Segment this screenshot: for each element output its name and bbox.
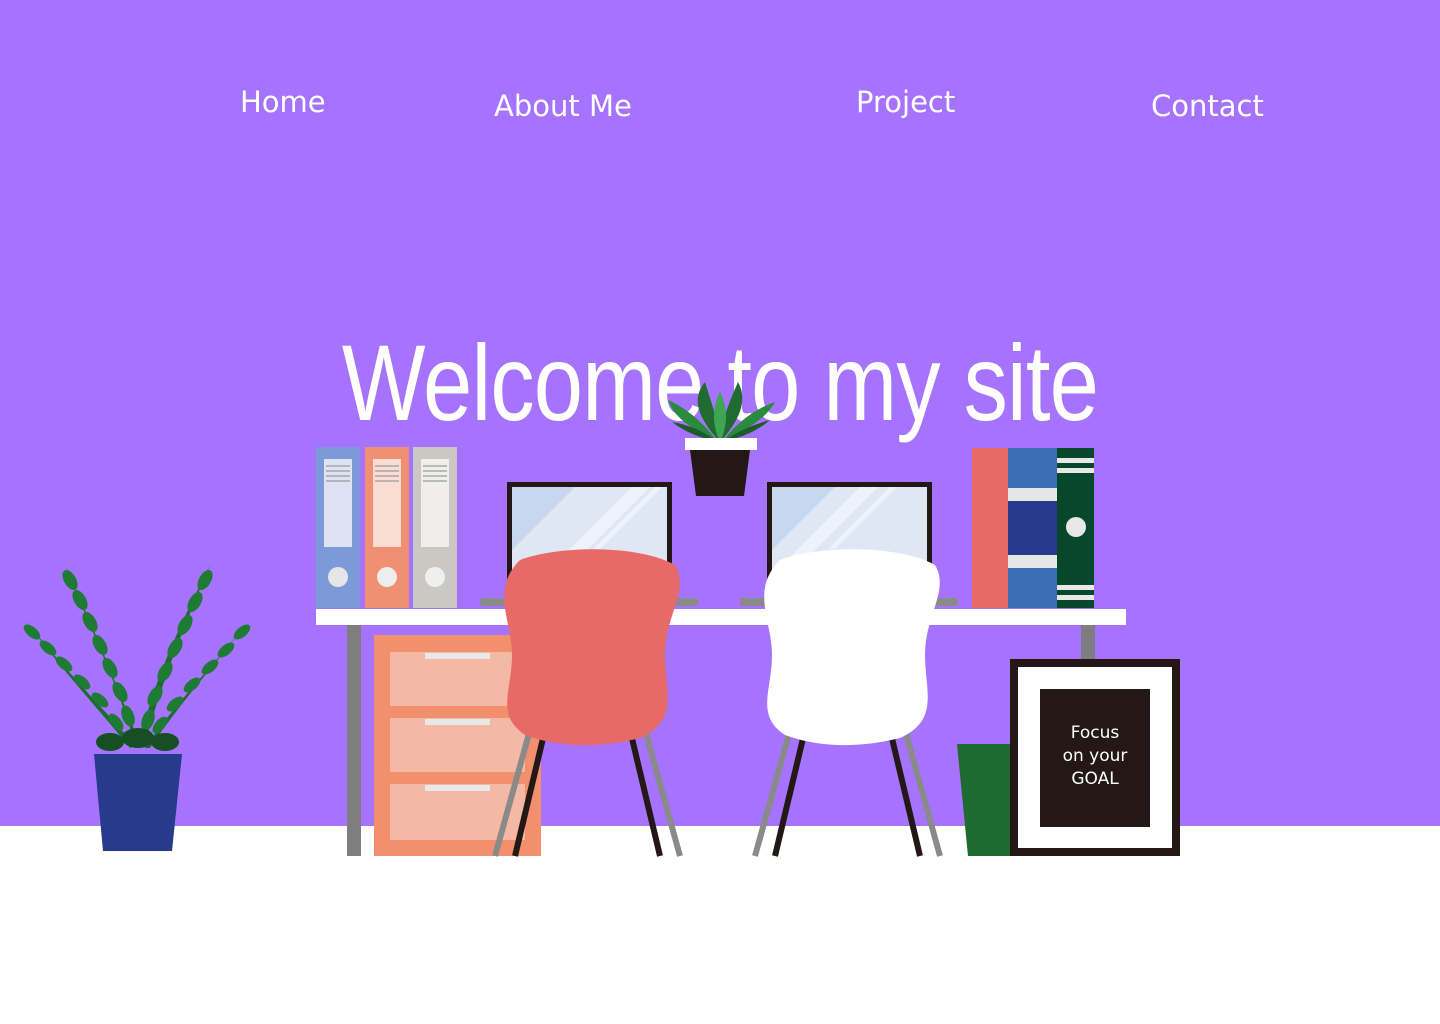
succulent-illustration: [668, 382, 775, 496]
poster-line-3: GOAL: [1071, 769, 1119, 789]
chair-right-illustration: [752, 549, 943, 857]
binders-illustration: [316, 447, 457, 608]
books-illustration: [972, 448, 1094, 608]
office-illustration: [23, 382, 1180, 857]
poster-text: Focus on your GOAL: [1040, 722, 1150, 791]
poster-line-1: Focus: [1070, 723, 1120, 743]
floor-plant-illustration: [23, 565, 251, 851]
trash-bin-illustration: [957, 744, 1015, 856]
poster-line-2: on your: [1062, 746, 1128, 766]
